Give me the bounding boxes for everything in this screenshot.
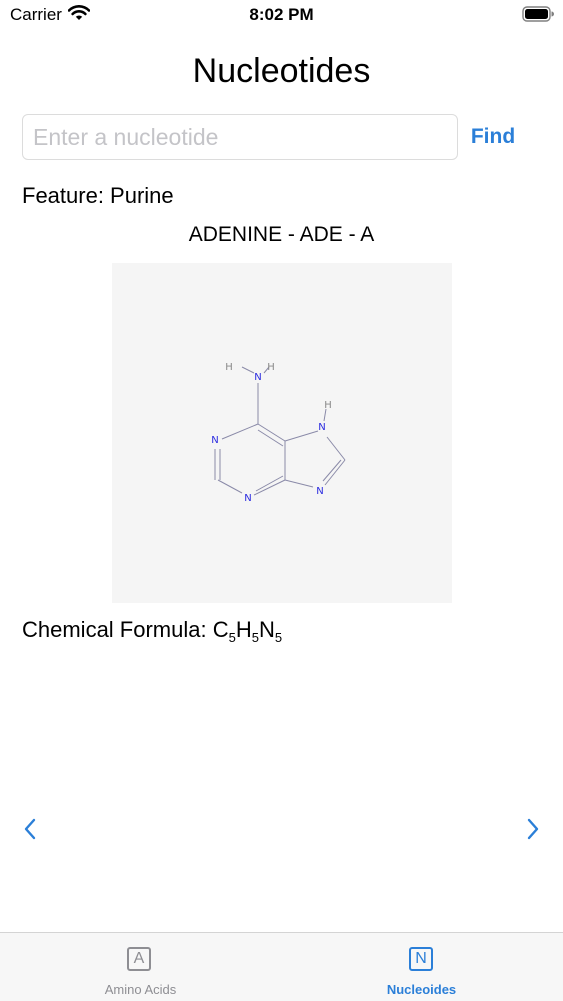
battery-icon: [522, 6, 554, 27]
nucleoides-tab-icon: N: [409, 947, 433, 971]
status-bar: Carrier 8:02 PM: [0, 0, 563, 30]
amino-acids-tab-icon: A: [127, 947, 151, 971]
tab-label-nucleoides: Nucleoides: [386, 982, 457, 997]
atom-amine-h2: H: [267, 362, 275, 373]
formula-c-count: 5: [228, 630, 236, 645]
formula-c: C: [212, 617, 229, 642]
atom-n7: N: [318, 422, 325, 433]
feature-label: Feature: Purine: [22, 183, 174, 208]
status-time: 8:02 PM: [249, 5, 314, 24]
molecule-structure-image: N N N N N H H H: [112, 263, 452, 603]
formula-n-count: 5: [274, 630, 283, 645]
atom-imidazole-h: H: [324, 400, 332, 411]
find-button[interactable]: Find: [466, 118, 520, 156]
chevron-right-icon: [527, 818, 539, 840]
atom-amine-n: N: [254, 372, 261, 383]
previous-button[interactable]: [15, 812, 45, 846]
atom-n1: N: [211, 435, 218, 446]
formula-label: Chemical Formula:: [22, 617, 213, 642]
next-button[interactable]: [518, 812, 548, 846]
nucleotide-name: ADENINE - ADE - A: [188, 223, 375, 246]
tab-label-amino-acids: Amino Acids: [104, 982, 177, 997]
adenine-structure-drawing: N N N N N H H H: [211, 362, 346, 504]
chevron-left-icon: [24, 818, 36, 840]
tab-bar: A Amino Acids N Nucleoides: [0, 932, 563, 1001]
atom-amine-h1: H: [225, 362, 233, 373]
formula-h-count: 5: [251, 630, 259, 645]
formula-h: H: [235, 617, 252, 642]
nucleotide-search-input[interactable]: [22, 114, 458, 160]
formula-n: N: [258, 617, 275, 642]
atom-n3: N: [244, 493, 251, 504]
chemical-formula: Chemical Formula: C5H5N5: [22, 617, 283, 645]
tab-nucleoides[interactable]: N Nucleoides: [281, 933, 562, 1001]
tab-amino-acids[interactable]: A Amino Acids: [0, 933, 281, 1001]
page-title: Nucleotides: [192, 52, 371, 90]
atom-n9: N: [316, 486, 323, 497]
